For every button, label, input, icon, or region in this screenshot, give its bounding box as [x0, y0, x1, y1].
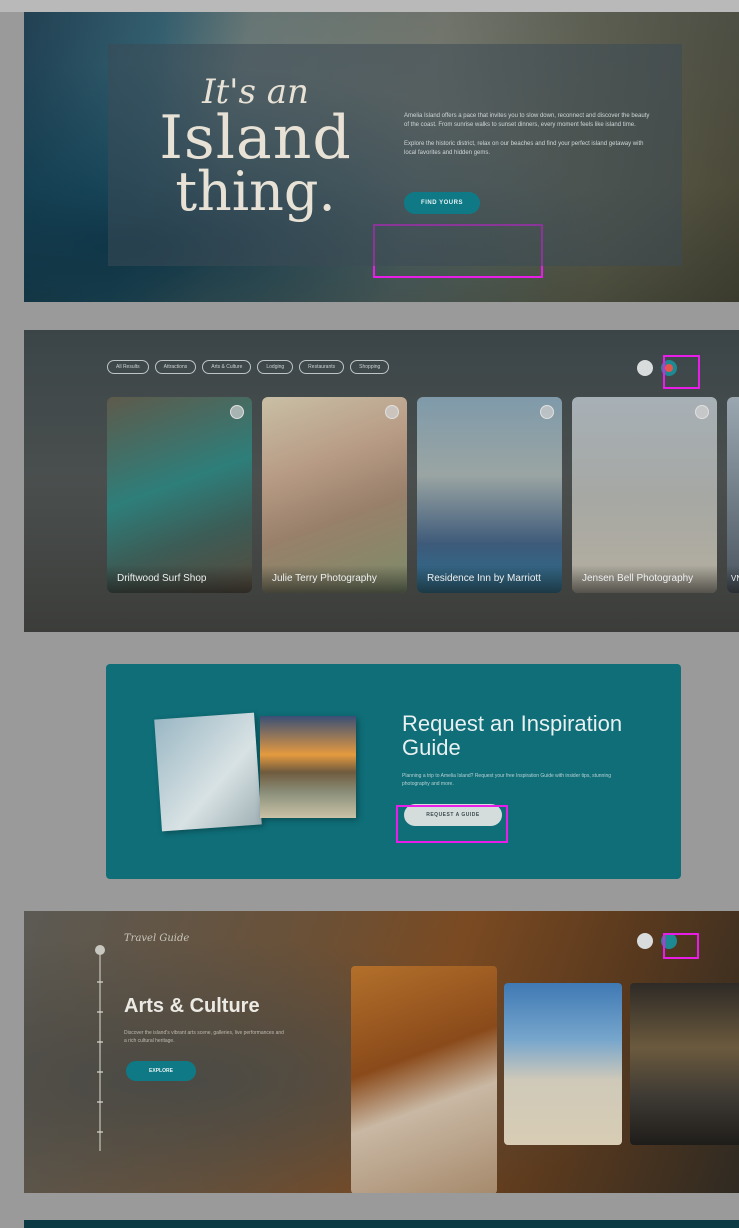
hero-description: Amelia Island offers a pace that invites… — [404, 112, 654, 168]
timeline-tick — [97, 981, 103, 983]
highlight-request-guide — [396, 805, 508, 843]
timeline-tick — [97, 1041, 103, 1043]
arts-title: Arts & Culture — [124, 995, 260, 1017]
filter-bar: All Results Attractions Arts & Culture L… — [107, 360, 390, 374]
footer-bar — [24, 1220, 739, 1228]
hero-title-line3: thing. — [175, 160, 336, 223]
arts-violin-image[interactable] — [351, 966, 497, 1193]
hero-section: It's an Island thing. Amelia Island offe… — [24, 12, 739, 302]
listing-card[interactable]: Jensen Bell Photography — [572, 397, 717, 593]
favorite-icon[interactable] — [230, 405, 244, 419]
favorite-icon[interactable] — [540, 405, 554, 419]
guide-book-cover-image — [154, 712, 262, 832]
carousel-prev-button[interactable] — [637, 360, 653, 376]
listing-card[interactable]: Residence Inn by Marriott — [417, 397, 562, 593]
listing-card-partial[interactable]: VNS — [727, 397, 739, 593]
hero-title: It's an Island thing. — [148, 74, 363, 223]
listing-card-title: VNS — [727, 565, 739, 593]
timeline-tick — [97, 1101, 103, 1103]
filter-arts-culture[interactable]: Arts & Culture — [202, 360, 252, 374]
timeline-dot — [95, 945, 105, 955]
favorite-icon[interactable] — [385, 405, 399, 419]
listing-card-title: Driftwood Surf Shop — [107, 565, 252, 593]
filter-attractions[interactable]: Attractions — [154, 360, 197, 374]
filter-restaurants[interactable]: Restaurants — [299, 360, 345, 374]
favorite-icon[interactable] — [695, 405, 709, 419]
arts-beach-family-image[interactable] — [504, 983, 622, 1145]
listing-card[interactable]: Julie Terry Photography — [262, 397, 407, 593]
timeline-tick — [97, 1131, 103, 1133]
explore-button[interactable]: EXPLORE — [126, 1061, 196, 1081]
arts-description: Discover the island's vibrant arts scene… — [124, 1030, 284, 1044]
arts-carousel-prev-button[interactable] — [637, 933, 653, 949]
listing-card-title: Residence Inn by Marriott — [417, 565, 562, 593]
guide-title: Request an Inspiration Guide — [402, 711, 623, 760]
highlight-carousel-next — [663, 355, 700, 389]
timeline-tick — [97, 1071, 103, 1073]
find-yours-button[interactable]: FIND YOURS — [404, 192, 480, 214]
listings-carousel-section: All Results Attractions Arts & Culture L… — [24, 330, 739, 632]
listing-cards: Driftwood Surf Shop Julie Terry Photogra… — [107, 397, 739, 593]
hero-paragraph-2: Explore the historic district, relax on … — [404, 141, 644, 156]
listing-card-title: Jensen Bell Photography — [572, 565, 717, 593]
timeline-line — [95, 945, 105, 1151]
arts-eyebrow: Travel Guide — [124, 933, 190, 944]
hero-panel: It's an Island thing. Amelia Island offe… — [108, 44, 682, 266]
hero-title-line2: Island — [159, 103, 352, 173]
guide-sunset-image — [260, 716, 356, 818]
highlight-arts-next — [663, 933, 699, 959]
filter-all[interactable]: All Results — [107, 360, 149, 374]
filter-lodging[interactable]: Lodging — [257, 360, 294, 374]
guide-description: Planning a trip to Amelia Island? Reques… — [402, 773, 612, 787]
filter-shopping[interactable]: Shopping — [350, 360, 390, 374]
arts-culture-section: Travel Guide Arts & Culture Discover the… — [24, 911, 739, 1193]
listing-card[interactable]: Driftwood Surf Shop — [107, 397, 252, 593]
listing-card-title: Julie Terry Photography — [262, 565, 407, 593]
hero-paragraph-1: Amelia Island offers a pace that invites… — [404, 113, 650, 128]
arts-dining-image[interactable] — [630, 983, 739, 1145]
inspiration-guide-section: Request an Inspiration Guide Planning a … — [106, 664, 681, 879]
page-top-bar — [0, 0, 739, 12]
timeline-tick — [97, 1011, 103, 1013]
